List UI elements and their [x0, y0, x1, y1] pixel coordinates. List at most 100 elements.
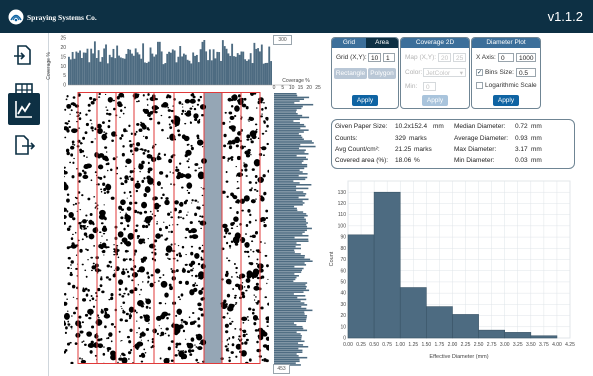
- coverage-side-bar: [274, 271, 302, 273]
- coverage-side-bar: [274, 143, 301, 146]
- coverage-side-bar: [274, 320, 306, 323]
- droplet: [81, 238, 84, 241]
- coverage-top-bar: [110, 57, 113, 85]
- droplet: [233, 115, 237, 118]
- bins-size-checkbox[interactable]: ✓: [476, 69, 483, 76]
- grid-x-field[interactable]: 10: [368, 53, 381, 62]
- droplet: [256, 340, 259, 344]
- droplet: [119, 211, 122, 213]
- droplet: [263, 221, 265, 224]
- droplet: [172, 224, 174, 226]
- coverage-top-bar: [118, 55, 120, 85]
- droplet: [145, 327, 150, 331]
- scan-image-area[interactable]: [64, 92, 269, 364]
- diameter-apply-button[interactable]: Apply: [493, 95, 519, 106]
- min-diameter-unit: mm: [531, 157, 542, 164]
- droplet: [190, 183, 192, 185]
- coverage-side-bar: [274, 118, 300, 121]
- droplet: [223, 235, 226, 239]
- rectangle-button[interactable]: Rectangle: [334, 68, 367, 79]
- droplet: [147, 223, 151, 226]
- droplet: [94, 202, 97, 204]
- droplet: [234, 294, 237, 297]
- tab-grid[interactable]: Grid: [332, 38, 366, 48]
- map-y-field[interactable]: 25: [453, 53, 466, 62]
- coverage2d-apply-button[interactable]: Apply: [422, 95, 448, 106]
- min-field[interactable]: 0: [423, 82, 436, 91]
- droplet: [70, 145, 75, 150]
- coverage-top-bar: [208, 49, 211, 85]
- grid-apply-button[interactable]: Apply: [352, 95, 378, 106]
- sidebar-item-export[interactable]: [8, 129, 40, 161]
- bins-size-field[interactable]: 0.5: [516, 68, 536, 77]
- droplet: [184, 321, 188, 326]
- droplet: [249, 138, 252, 141]
- sidebar-item-analysis[interactable]: [8, 93, 40, 125]
- droplet: [226, 312, 229, 315]
- droplet: [95, 299, 97, 301]
- coverage-side-bar: [274, 96, 310, 99]
- droplet: [247, 119, 250, 121]
- droplet: [78, 180, 81, 183]
- coverage-side-bar: [274, 338, 302, 341]
- droplet: [98, 92, 102, 96]
- tab-diameter-plot[interactable]: Diameter Plot: [472, 38, 540, 48]
- droplet: [85, 122, 89, 127]
- droplet: [86, 248, 89, 252]
- coverage-side-bar: [274, 114, 303, 117]
- droplet: [263, 223, 267, 228]
- droplet: [66, 227, 71, 232]
- droplet: [101, 235, 103, 237]
- tab-area[interactable]: Area: [366, 38, 398, 48]
- droplet: [147, 275, 150, 278]
- xaxis-min-field[interactable]: 0: [498, 53, 514, 62]
- xaxis-max-field[interactable]: 1000: [516, 53, 536, 62]
- droplet: [123, 227, 126, 231]
- droplet: [72, 233, 74, 236]
- droplet: [266, 142, 269, 146]
- droplet: [256, 190, 259, 192]
- map-x-field[interactable]: 20: [438, 53, 451, 62]
- droplet: [126, 270, 130, 274]
- droplet: [231, 343, 235, 347]
- polygon-button[interactable]: Polygon: [368, 68, 396, 79]
- droplet: [111, 139, 114, 143]
- sidebar-item-import[interactable]: [8, 39, 40, 71]
- droplet: [170, 216, 174, 219]
- droplet: [121, 307, 123, 310]
- droplet: [182, 106, 184, 108]
- droplet: [222, 121, 226, 125]
- droplet: [81, 194, 84, 197]
- grid-y-field[interactable]: 1: [383, 53, 395, 62]
- droplet: [192, 267, 194, 270]
- covered-area-unit: %: [414, 157, 420, 164]
- color-select[interactable]: JetColor ▾: [423, 68, 466, 77]
- droplet: [67, 310, 69, 312]
- coverage-top-value-box[interactable]: 300: [273, 35, 292, 45]
- coverage-side-bar: [274, 169, 300, 171]
- droplet: [89, 221, 93, 224]
- coverage-side-bar: [274, 349, 303, 352]
- coverage-side-bar: [274, 318, 307, 321]
- droplet: [81, 358, 83, 360]
- coverage-side-bar: [274, 265, 295, 268]
- log-scale-checkbox[interactable]: [476, 82, 483, 89]
- droplet: [128, 258, 132, 261]
- coverage-top-bar: [158, 41, 161, 85]
- droplet: [110, 292, 114, 297]
- droplet: [84, 313, 89, 317]
- droplet: [185, 199, 188, 202]
- coverage-top-bar: [90, 48, 93, 85]
- droplet: [131, 274, 134, 276]
- coverage-side-bar: [274, 293, 294, 295]
- droplet: [158, 301, 162, 305]
- droplet: [130, 132, 133, 136]
- droplet: [125, 258, 128, 260]
- coverage-side-value-box[interactable]: 453: [273, 364, 290, 374]
- coverage-top-bar: [238, 54, 241, 85]
- coverage-top-bar: [168, 51, 170, 85]
- droplet: [106, 246, 110, 249]
- tab-coverage-2d[interactable]: Coverage 2D: [401, 38, 469, 48]
- droplet: [190, 146, 194, 151]
- coverage-side-xtick: 15: [298, 85, 304, 91]
